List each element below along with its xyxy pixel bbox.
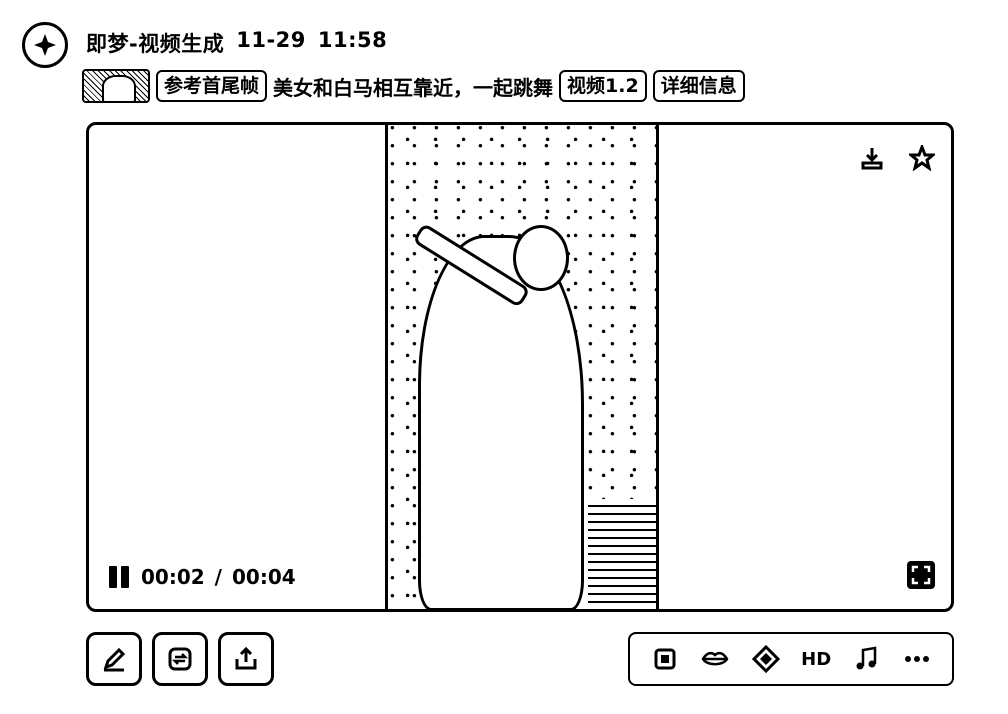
time-separator: /	[214, 565, 222, 589]
share-icon	[235, 646, 257, 670]
app-title: 即梦-视频生成	[86, 32, 225, 56]
time-label: 11:58	[317, 28, 388, 52]
mode-tag[interactable]: 参考首尾帧	[156, 70, 268, 102]
player-actions	[857, 143, 937, 173]
regenerate-button[interactable]	[152, 632, 208, 686]
prompt-text: 美女和白马相互靠近，一起跳舞	[273, 75, 554, 100]
prompt-row: 参考首尾帧 美女和白马相互靠近，一起跳舞 视频1.2 详细信息	[82, 68, 745, 104]
video-player[interactable]: 00:02 / 00:04	[86, 122, 954, 612]
edit-button[interactable]	[86, 632, 142, 686]
playback-controls: 00:02 / 00:04	[109, 565, 296, 589]
reference-thumbnail[interactable]	[82, 69, 150, 103]
bottom-toolbar: HD	[628, 632, 954, 686]
share-button[interactable]	[218, 632, 274, 686]
edit-icon	[103, 647, 126, 672]
stage-floor	[588, 499, 656, 609]
hd-button[interactable]: HD	[799, 642, 833, 676]
download-icon[interactable]	[857, 143, 887, 173]
fullscreen-icon[interactable]	[907, 561, 935, 589]
current-time: 00:02	[141, 565, 205, 589]
duration: 00:04	[231, 565, 296, 589]
date-label: 11-29	[236, 28, 306, 52]
more-icon[interactable]	[900, 642, 934, 676]
pause-icon[interactable]	[109, 566, 131, 588]
app-logo-icon	[22, 22, 68, 68]
video-frame	[385, 125, 659, 609]
music-icon[interactable]	[849, 642, 883, 676]
header-info: 即梦-视频生成 11-29 11:58	[86, 28, 387, 58]
bottom-actions	[86, 632, 274, 686]
star-icon[interactable]	[907, 143, 937, 173]
regenerate-icon	[168, 647, 192, 671]
frame-icon[interactable]	[648, 642, 682, 676]
details-button[interactable]: 详细信息	[652, 70, 745, 102]
model-tag[interactable]: 视频1.2	[559, 70, 647, 102]
dancer-head	[513, 225, 569, 291]
diamond-icon[interactable]	[749, 642, 783, 676]
lips-icon[interactable]	[698, 642, 732, 676]
